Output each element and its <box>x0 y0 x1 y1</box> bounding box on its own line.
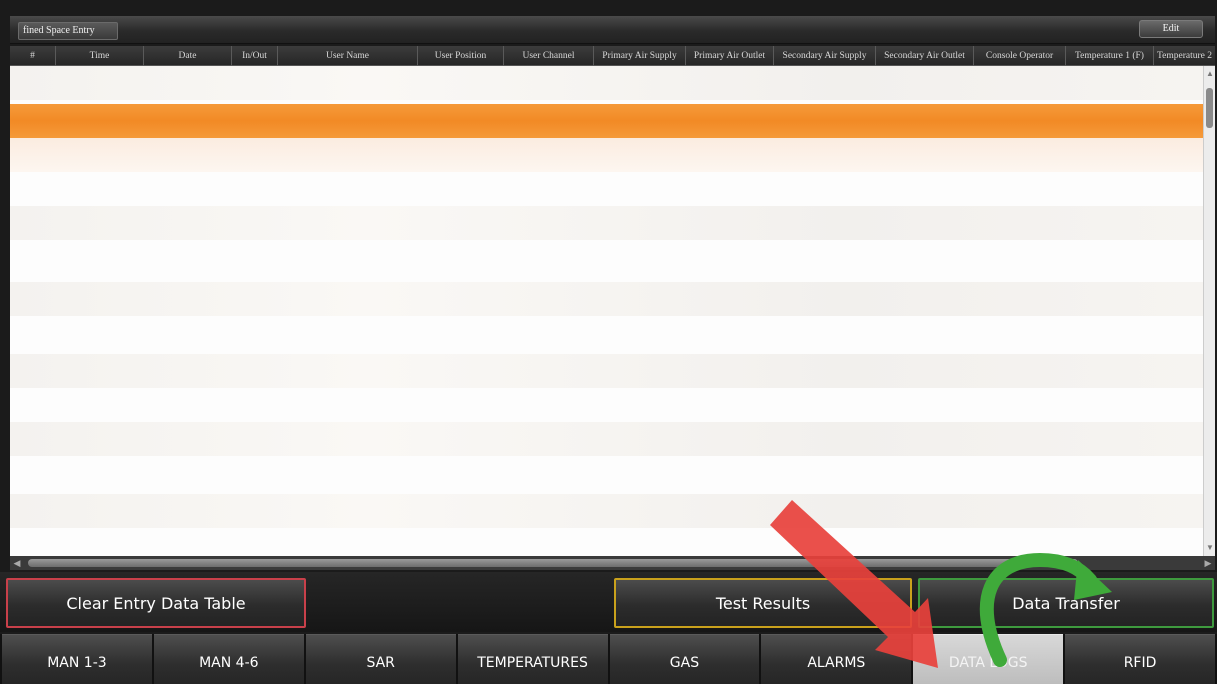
column-header-time[interactable]: Time <box>56 46 144 66</box>
tab-gas[interactable]: GAS <box>609 634 760 684</box>
column-header-primary-air-supply[interactable]: Primary Air Supply <box>594 46 686 66</box>
column-header-user-name[interactable]: User Name <box>278 46 418 66</box>
clear-entry-data-table-button[interactable]: Clear Entry Data Table <box>6 578 306 628</box>
column-header-secondary-air-supply[interactable]: Secondary Air Supply <box>774 46 876 66</box>
tab-sar[interactable]: SAR <box>305 634 456 684</box>
edit-button[interactable]: Edit <box>1139 20 1203 38</box>
column-header-user-position[interactable]: User Position <box>418 46 504 66</box>
column-header-in-out[interactable]: In/Out <box>232 46 278 66</box>
vertical-scrollbar[interactable]: ▲ ▼ <box>1203 66 1215 556</box>
app-window: fined Space Entry Edit # Time Date In/Ou… <box>0 0 1217 684</box>
table-row[interactable] <box>10 66 1203 100</box>
tab-data-logs[interactable]: DATA LOGS <box>913 634 1064 684</box>
test-results-button[interactable]: Test Results <box>614 578 912 628</box>
horizontal-scrollbar[interactable]: ◀ ▶ <box>10 556 1215 570</box>
table-row[interactable] <box>10 422 1203 456</box>
tab-man-1-3[interactable]: MAN 1-3 <box>2 634 152 684</box>
tab-rfid[interactable]: RFID <box>1065 634 1215 684</box>
table-row[interactable] <box>10 494 1203 528</box>
data-transfer-button[interactable]: Data Transfer <box>918 578 1214 628</box>
column-header-date[interactable]: Date <box>144 46 232 66</box>
tab-man-4-6[interactable]: MAN 4-6 <box>153 634 304 684</box>
table-row-selected[interactable] <box>10 104 1203 138</box>
table-row[interactable] <box>10 138 1203 172</box>
table-row[interactable] <box>10 282 1203 316</box>
action-bar: Clear Entry Data Table Test Results Data… <box>0 572 1217 632</box>
column-header-secondary-air-outlet[interactable]: Secondary Air Outlet <box>876 46 974 66</box>
title-bar: fined Space Entry Edit <box>10 16 1215 44</box>
column-header-temperature-1[interactable]: Temperature 1 (F) <box>1066 46 1154 66</box>
entry-data-table[interactable] <box>10 66 1203 556</box>
scroll-right-icon[interactable]: ▶ <box>1201 556 1215 570</box>
column-header-temperature-2[interactable]: Temperature 2 <box>1154 46 1215 66</box>
scroll-left-icon[interactable]: ◀ <box>10 556 24 570</box>
scroll-down-icon[interactable]: ▼ <box>1204 542 1216 554</box>
tab-temperatures[interactable]: TEMPERATURES <box>457 634 608 684</box>
tab-alarms[interactable]: ALARMS <box>761 634 912 684</box>
vertical-scroll-thumb[interactable] <box>1206 88 1213 128</box>
horizontal-scroll-thumb[interactable] <box>28 559 1078 567</box>
column-header-user-channel[interactable]: User Channel <box>504 46 594 66</box>
column-header-console-operator[interactable]: Console Operator <box>974 46 1066 66</box>
bottom-nav: MAN 1-3 MAN 4-6 SAR TEMPERATURES GAS ALA… <box>0 634 1217 684</box>
table-row[interactable] <box>10 206 1203 240</box>
window-tab-title[interactable]: fined Space Entry <box>18 22 118 40</box>
scroll-up-icon[interactable]: ▲ <box>1204 68 1216 80</box>
table-row[interactable] <box>10 354 1203 388</box>
column-header-primary-air-outlet[interactable]: Primary Air Outlet <box>686 46 774 66</box>
table-header: # Time Date In/Out User Name User Positi… <box>10 46 1215 66</box>
column-header-number[interactable]: # <box>10 46 56 66</box>
